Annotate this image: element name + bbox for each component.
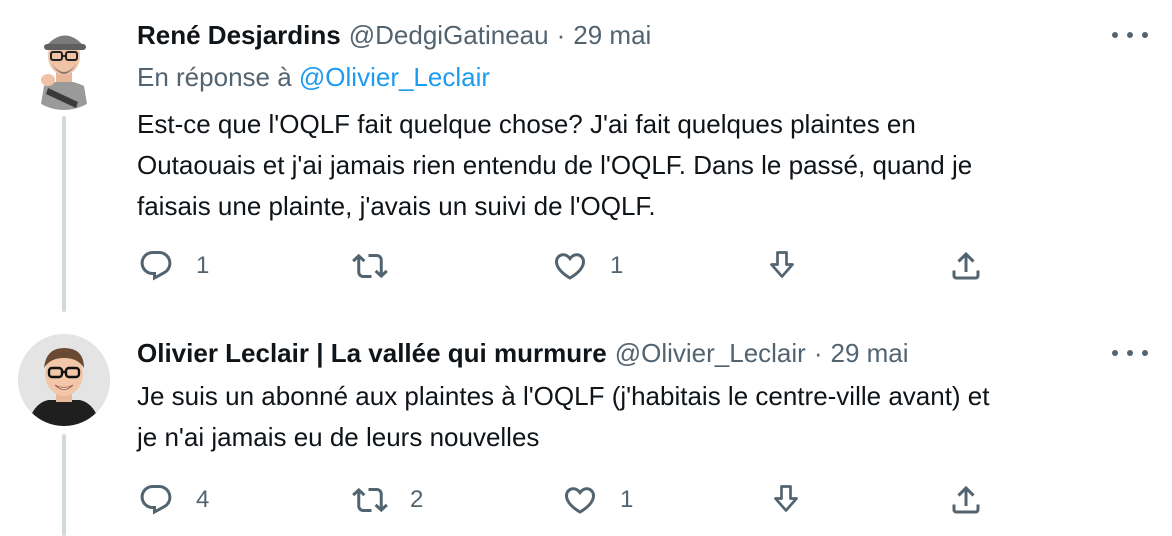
share-button[interactable] (948, 246, 984, 286)
retweet-count: 2 (410, 486, 424, 513)
separator: · (556, 19, 566, 50)
timestamp[interactable]: 29 mai (573, 20, 651, 51)
author-name[interactable]: René Desjardins (137, 20, 341, 51)
heart-icon (554, 253, 586, 280)
download-button[interactable] (768, 480, 804, 520)
heart-icon (564, 487, 596, 514)
avatar[interactable] (18, 334, 110, 426)
more-button[interactable] (1112, 25, 1148, 45)
retweet-icon (352, 253, 388, 279)
reply-button[interactable]: 1 (138, 246, 209, 286)
download-icon (770, 251, 794, 278)
more-button[interactable] (1112, 343, 1148, 363)
like-count: 1 (610, 252, 624, 279)
retweet-button[interactable] (352, 246, 410, 286)
reply-prefix: En réponse à (137, 62, 292, 92)
retweet-button[interactable]: 2 (352, 480, 423, 520)
download-button[interactable] (764, 246, 800, 286)
like-count: 1 (620, 486, 634, 513)
more-dot (1142, 32, 1148, 38)
author-name[interactable]: Olivier Leclair | La vallée qui murmure (137, 338, 607, 369)
tweet-text: Est-ce que l'OQLF fait quelque chose? J'… (137, 109, 973, 221)
timestamp[interactable]: 29 mai (831, 338, 909, 369)
like-button[interactable]: 1 (552, 246, 623, 286)
avatar-image (18, 18, 110, 110)
separator: · (813, 337, 823, 368)
author-handle[interactable]: @Olivier_Leclair (615, 338, 806, 369)
like-button[interactable]: 1 (562, 480, 633, 520)
tweet-header: René Desjardins @DedgiGatineau · 29 mai (137, 18, 651, 52)
tweet-text: Je suis un abonné aux plaintes à l'OQLF … (137, 381, 990, 452)
tweet[interactable]: René Desjardins @DedgiGatineau · 29 mai … (0, 0, 1172, 320)
tweet[interactable]: Olivier Leclair | La vallée qui murmure … (0, 320, 1172, 536)
retweet-icon (352, 487, 388, 513)
more-icon (1112, 32, 1118, 38)
share-button[interactable] (948, 480, 984, 520)
reply-button[interactable]: 4 (138, 480, 209, 520)
reply-context: En réponse à @Olivier_Leclair (137, 62, 490, 93)
more-icon (1112, 350, 1118, 356)
reply-icon (140, 485, 172, 515)
more-dot (1127, 32, 1133, 38)
reply-mention-link[interactable]: @Olivier_Leclair (299, 62, 490, 92)
tweet-header: Olivier Leclair | La vallée qui murmure … (137, 336, 909, 370)
avatar[interactable] (18, 18, 110, 110)
reply-icon (140, 251, 172, 281)
reply-count: 1 (196, 252, 210, 279)
author-handle[interactable]: @DedgiGatineau (349, 20, 549, 51)
more-dot (1127, 350, 1133, 356)
more-dot (1142, 350, 1148, 356)
share-icon (952, 251, 980, 280)
reply-count: 4 (196, 486, 210, 513)
download-icon (774, 485, 798, 512)
avatar-image (18, 334, 110, 426)
share-icon (952, 485, 980, 514)
